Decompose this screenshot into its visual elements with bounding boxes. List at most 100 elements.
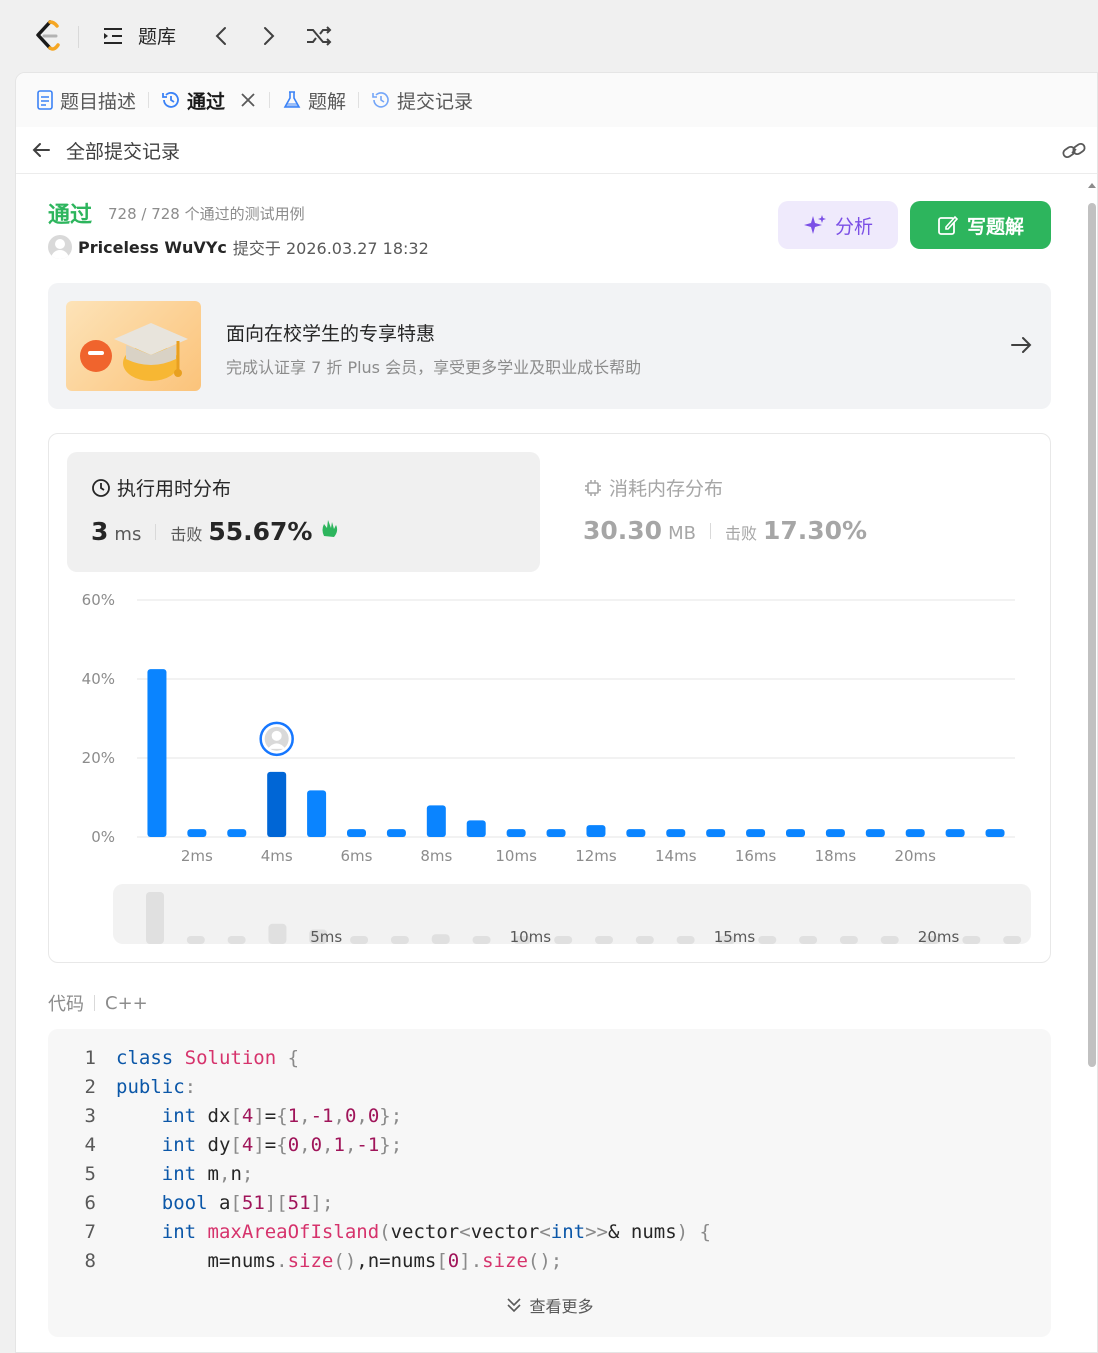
chart-bar [746, 829, 766, 837]
chart-bar [227, 829, 247, 837]
code-header: 代码 C++ [48, 990, 148, 1016]
code-text: int dx[4]={1,-1,0,0}; [161, 1105, 403, 1127]
overview-bar [350, 936, 369, 944]
student-promo-banner[interactable]: 面向在校学生的专享特惠 完成认证享 7 折 Plus 会员，享受更多学业及职业成… [48, 283, 1051, 409]
close-icon[interactable] [239, 91, 257, 109]
tab-label: 题解 [308, 90, 347, 113]
code-line: 6 bool a[51][51]; [48, 1192, 334, 1221]
code-line: 3 int dx[4]={1,-1,0,0}; [48, 1105, 403, 1134]
overview-bar [431, 934, 450, 944]
y-tick-label: 60% [82, 591, 115, 609]
top-bar: 题库 [0, 0, 1098, 72]
runtime-value: 3 [91, 517, 109, 546]
runtime-distribution-chart[interactable]: 60% 40% 20% 0% 2ms 4ms 6ms 8ms 10ms 12ms 14ms 16ms 1… [49, 584, 1052, 954]
chart-overview-brush [113, 884, 1031, 944]
chart-bar [865, 829, 885, 837]
next-problem-button[interactable] [258, 24, 280, 48]
scrollbar-thumb[interactable] [1088, 203, 1096, 1067]
overview-tick-label: 20ms [918, 928, 960, 946]
history-icon [372, 92, 389, 108]
all-submissions-link[interactable]: 全部提交记录 [66, 137, 180, 164]
overview-bar [554, 936, 573, 944]
x-tick-label: 6ms [341, 847, 373, 865]
chart-bar [985, 829, 1005, 837]
leetcode-logo-icon[interactable] [30, 18, 66, 54]
tab-solutions[interactable]: 题解 [282, 73, 346, 127]
tab-submissions[interactable]: 提交记录 [371, 73, 473, 127]
scroll-up-icon[interactable] [1086, 180, 1098, 190]
username[interactable]: Priceless WuVYc [78, 238, 227, 257]
code-label: 代码 [48, 994, 84, 1015]
memory-beat-label: 击败 [724, 524, 757, 543]
see-more-button[interactable]: 查看更多 [48, 1293, 1051, 1317]
sparkle-icon [803, 215, 826, 234]
submission-content: 通过 728 / 728 个通过的测试用例 Priceless WuVYc 提交… [16, 175, 1084, 1352]
promo-subtitle: 完成认证享 7 折 Plus 会员，享受更多学业及职业成长帮助 [226, 358, 642, 377]
analyze-label: 分析 [834, 215, 873, 238]
tab-accepted[interactable]: 通过 [161, 73, 257, 127]
code-text: class Solution { [116, 1047, 300, 1069]
runtime-unit: ms [114, 524, 142, 545]
code-text: public: [116, 1076, 197, 1098]
chart-bar [666, 829, 686, 837]
code-line: 5 int m,n; [48, 1163, 254, 1192]
chip-icon [585, 479, 601, 496]
overview-bar [227, 936, 246, 944]
code-line: 8 m=nums.size(),n=nums[0].size(); [48, 1250, 563, 1279]
divider [709, 523, 711, 539]
promo-title: 面向在校学生的专享特惠 [226, 323, 436, 345]
chart-bar [347, 829, 366, 837]
overview-bar [635, 936, 654, 944]
performance-card: 执行用时分布 3 ms 击败 55.67% 消耗内存分布 30.30 MB 击败… [48, 433, 1051, 963]
analyze-button[interactable]: 分析 [778, 201, 898, 249]
tab-description[interactable]: 题目描述 [36, 73, 136, 127]
write-solution-button[interactable]: 写题解 [910, 201, 1051, 249]
problem-library-label: 题库 [138, 26, 177, 48]
memory-stat-panel[interactable]: 消耗内存分布 30.30 MB 击败 17.30% [559, 452, 1032, 572]
chart-bar [426, 805, 446, 837]
overview-bar [472, 936, 491, 944]
x-tick-label: 10ms [495, 847, 537, 865]
code-line: 7 int maxAreaOfIsland(vector<vector<int>… [48, 1221, 711, 1250]
code-block[interactable]: 1 class Solution { 2 public: 3 int dx[4]={… [48, 1029, 1051, 1337]
prev-problem-button[interactable] [210, 24, 232, 48]
history-icon [162, 92, 179, 108]
overview-bar [676, 936, 695, 944]
clock-icon [92, 478, 110, 497]
overview-bar [186, 936, 205, 944]
chart-bar [506, 829, 526, 837]
overview-bar [146, 892, 164, 944]
code-text: bool a[51][51]; [161, 1192, 334, 1214]
tab-label: 题目描述 [60, 90, 137, 113]
line-number: 4 [84, 1134, 96, 1156]
line-number: 5 [84, 1163, 96, 1185]
submission-subheader: 全部提交记录 [16, 127, 1097, 174]
shuffle-icon [307, 26, 332, 46]
problem-list-button[interactable]: 题库 [102, 22, 176, 49]
link-icon[interactable] [1061, 139, 1087, 163]
x-tick-label: 20ms [894, 847, 936, 865]
list-icon [104, 27, 122, 44]
runtime-value-row: 3 ms 击败 55.67% [91, 516, 342, 546]
arrow-left-icon[interactable] [30, 139, 52, 161]
scrollbar[interactable] [1086, 175, 1098, 1352]
runtime-stat-panel[interactable]: 执行用时分布 3 ms 击败 55.67% [67, 452, 540, 572]
chart-bar [466, 820, 486, 837]
divider [155, 524, 157, 540]
x-tick-label: 12ms [575, 847, 617, 865]
chart-bar [386, 829, 406, 837]
x-tick-label: 14ms [655, 847, 697, 865]
random-problem-button[interactable] [305, 24, 333, 48]
y-tick-label: 40% [82, 670, 115, 688]
code-text: m=nums.size(),n=nums[0].size(); [116, 1250, 563, 1272]
avatar[interactable] [48, 235, 72, 259]
code-language: C++ [105, 992, 148, 1014]
overview-bar [839, 936, 858, 944]
runtime-beat-value: 55.67% [208, 517, 313, 546]
overview-bar [758, 936, 777, 944]
chart-bar [147, 669, 167, 837]
overview-bar [390, 936, 409, 944]
see-more-label: 查看更多 [529, 1297, 594, 1316]
arrow-right-icon [1011, 337, 1032, 353]
code-text: int m,n; [161, 1163, 254, 1185]
